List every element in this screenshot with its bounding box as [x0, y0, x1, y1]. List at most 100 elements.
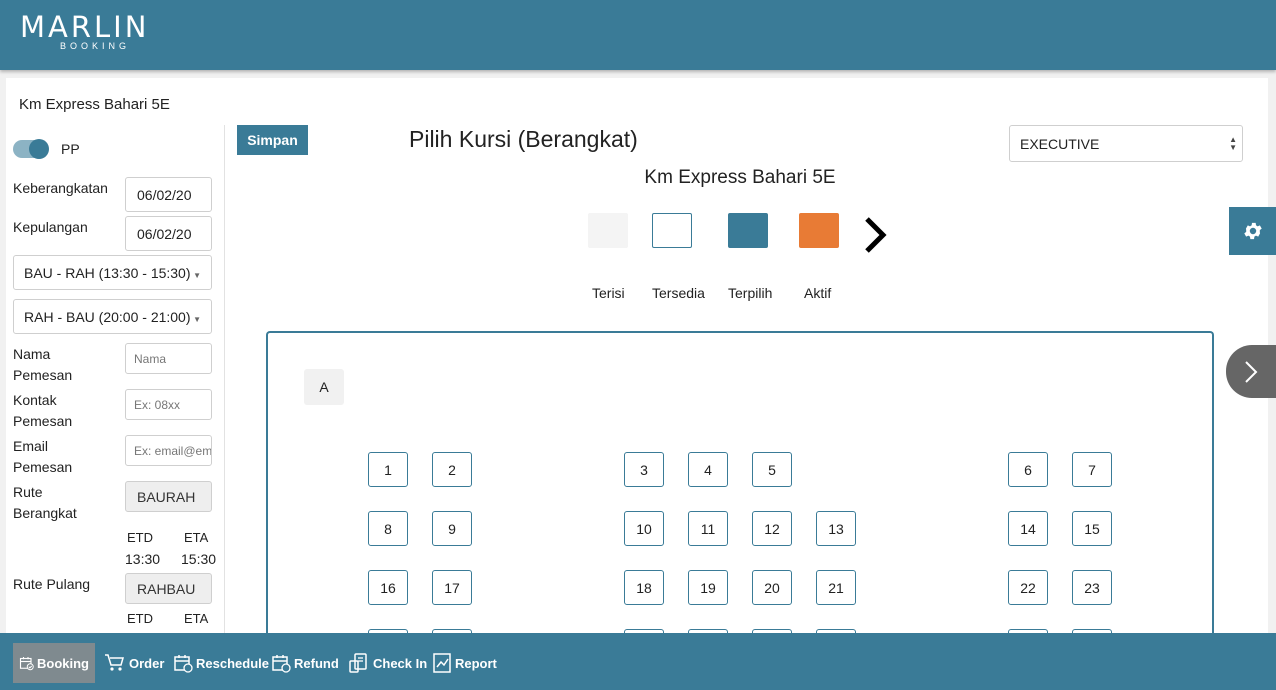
nav-reschedule[interactable]: Reschedule: [167, 643, 275, 683]
nav-refund[interactable]: Refund: [265, 643, 345, 683]
ship-subtitle: Km Express Bahari 5E: [644, 167, 836, 188]
route-depart-label: Rute Berangkat: [13, 482, 77, 524]
seat[interactable]: 3: [624, 452, 664, 487]
email-input[interactable]: Ex: email@em: [125, 435, 212, 466]
legend-aktif-swatch: [799, 213, 839, 248]
save-button[interactable]: Simpan: [237, 125, 308, 155]
seat[interactable]: 5: [752, 452, 792, 487]
logo-text: MARLIN: [20, 10, 150, 44]
seat[interactable]: 7: [1072, 452, 1112, 487]
calendar-edit-icon: [174, 655, 193, 673]
updown-arrow-icon: ▲ ▼: [1229, 135, 1237, 152]
nav-order-label: Order: [129, 655, 165, 671]
route-back-value: RAH - BAU (20:00 - 21:00): [24, 308, 191, 325]
name-label-line2: Pemesan: [13, 367, 73, 383]
ship-title: Km Express Bahari 5E: [19, 96, 170, 113]
seat[interactable]: 9: [432, 511, 472, 546]
legend-terpilih-swatch: [728, 213, 768, 248]
calendar-check-icon: [19, 657, 34, 671]
seat[interactable]: 12: [752, 511, 792, 546]
return-etd-label: ETD: [127, 611, 153, 626]
marlin-logo[interactable]: MARLIN BOOKING: [20, 10, 150, 51]
depart-etd-value: 13:30: [125, 551, 161, 567]
route-out-select[interactable]: BAU - RAH (13:30 - 15:30) ▼: [13, 255, 212, 290]
toggle-knob: [29, 139, 49, 159]
calendar-refund-icon: [272, 655, 291, 673]
legend-tersedia-label: Tersedia: [652, 285, 705, 301]
seat[interactable]: 13: [816, 511, 856, 546]
route-return-field: RAHBAU: [125, 573, 212, 604]
contact-label-line2: Pemesan: [13, 413, 73, 429]
return-date-input[interactable]: 06/02/20: [125, 216, 212, 251]
legend-terisi-label: Terisi: [592, 285, 625, 301]
nav-reschedule-label: Reschedule: [196, 655, 269, 671]
chevron-right-icon: [1245, 360, 1258, 383]
row-label: A: [304, 369, 344, 405]
seat[interactable]: 11: [688, 511, 728, 546]
nav-booking-label: Booking: [37, 655, 89, 671]
seat[interactable]: 10: [624, 511, 664, 546]
page-title: Pilih Kursi (Berangkat): [409, 126, 638, 152]
logo-subtext: BOOKING: [60, 41, 131, 51]
route-depart-label-line1: Rute: [13, 484, 43, 500]
seat[interactable]: 14: [1008, 511, 1048, 546]
email-label-line2: Pemesan: [13, 459, 73, 475]
seat[interactable]: 21: [816, 570, 856, 605]
legend-terisi-swatch: [588, 213, 628, 248]
class-select[interactable]: EXECUTIVE ▲ ▼: [1009, 125, 1243, 162]
legend-tersedia-swatch: [652, 213, 692, 248]
email-label-line1: Email: [13, 438, 49, 454]
departure-date-input[interactable]: 06/02/20: [125, 177, 212, 212]
seat[interactable]: 6: [1008, 452, 1048, 487]
seat[interactable]: 17: [432, 570, 472, 605]
nav-report[interactable]: Report: [426, 643, 503, 683]
nav-report-label: Report: [455, 655, 497, 671]
seat[interactable]: 23: [1072, 570, 1112, 605]
seat[interactable]: 20: [752, 570, 792, 605]
etd-label: ETD: [127, 530, 153, 545]
class-select-value: EXECUTIVE: [1020, 135, 1100, 152]
seat[interactable]: 1: [368, 452, 408, 487]
route-back-select[interactable]: RAH - BAU (20:00 - 21:00) ▼: [13, 299, 212, 334]
route-out-value: BAU - RAH (13:30 - 15:30): [24, 264, 191, 281]
checkin-icon: [349, 653, 367, 673]
email-label: Email Pemesan: [13, 436, 72, 478]
legend-terpilih-label: Terpilih: [728, 285, 773, 301]
seat[interactable]: 2: [432, 452, 472, 487]
next-panel-button[interactable]: [1226, 345, 1276, 398]
contact-label-line1: Kontak: [13, 392, 57, 408]
seat[interactable]: 16: [368, 570, 408, 605]
name-input[interactable]: Nama: [125, 343, 212, 374]
cart-icon: [105, 654, 124, 671]
seat-map: A 1 2 3 4 5 6 7 8 9 10 11 12 13 14 15 16 17 18 19 20 21 22 23: [266, 331, 1214, 641]
departure-label: Keberangkatan: [13, 180, 108, 196]
chevron-down-icon: ▼: [193, 315, 201, 324]
seat[interactable]: 15: [1072, 511, 1112, 546]
seat[interactable]: 4: [688, 452, 728, 487]
legend-aktif-label: Aktif: [804, 285, 832, 301]
route-depart-field: BAURAH: [125, 481, 212, 512]
seat[interactable]: 22: [1008, 570, 1048, 605]
eta-label: ETA: [184, 530, 209, 545]
nav-order[interactable]: Order: [98, 643, 170, 683]
top-bar: MARLIN BOOKING: [0, 0, 1276, 70]
route-depart-label-line2: Berangkat: [13, 505, 77, 521]
return-eta-label: ETA: [184, 611, 209, 626]
pp-label: PP: [61, 141, 80, 157]
report-icon: [433, 653, 451, 673]
nav-checkin[interactable]: Check In: [342, 643, 433, 683]
seat[interactable]: 8: [368, 511, 408, 546]
seat[interactable]: 18: [624, 570, 664, 605]
chevron-right-icon[interactable]: [863, 215, 889, 262]
depart-eta-value: 15:30: [181, 551, 217, 567]
gear-icon: [1243, 222, 1262, 240]
pp-toggle[interactable]: [13, 139, 49, 159]
nav-booking[interactable]: Booking: [13, 643, 95, 683]
seat[interactable]: 19: [688, 570, 728, 605]
route-return-label: Rute Pulang: [13, 576, 91, 592]
bottom-nav: Booking Order Reschedule Refund Check In…: [0, 633, 1276, 690]
contact-input[interactable]: Ex: 08xx: [125, 389, 212, 420]
name-label: Nama Pemesan: [13, 344, 72, 386]
settings-button[interactable]: [1229, 207, 1276, 255]
nav-checkin-label: Check In: [373, 655, 428, 671]
